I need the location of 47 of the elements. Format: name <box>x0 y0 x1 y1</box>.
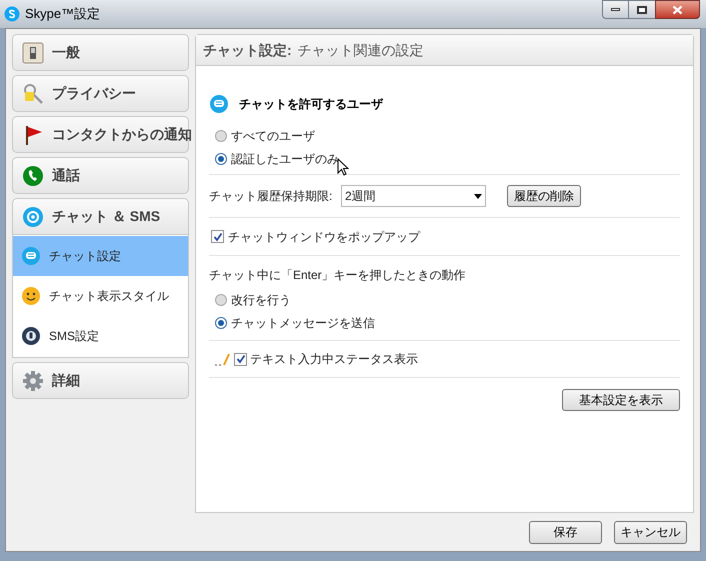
category-tab[interactable]: チャット ＆ SMS <box>12 198 189 235</box>
option-label: 改行を行う <box>231 292 291 308</box>
checkbox[interactable] <box>234 352 247 366</box>
chat-bubble-icon <box>209 94 229 114</box>
dropdown-arrow-icon <box>474 194 482 198</box>
dialog-button[interactable]: キャンセル <box>614 520 687 544</box>
section-label: チャット中に「Enter」キーを押したときの動作 <box>209 267 467 284</box>
radio-button[interactable] <box>215 130 227 142</box>
checkbox-label: チャットウィンドウをポップアップ <box>228 228 420 246</box>
radio-button[interactable] <box>215 152 227 164</box>
window-title: Skype™設定 <box>25 5 100 24</box>
category-tab[interactable]: 詳細 <box>12 362 189 399</box>
delete-history-button[interactable]: 履歴の削除 <box>507 185 581 207</box>
close-button[interactable] <box>655 0 700 19</box>
key-lock-icon <box>22 82 44 104</box>
checkbox-label: テキスト入力中ステータス表示 <box>250 351 418 368</box>
subcategory-item[interactable]: チャット設定 <box>13 236 188 276</box>
minimize-button[interactable] <box>602 0 629 19</box>
checkbox[interactable] <box>211 230 224 243</box>
category-tab[interactable]: プライバシー <box>12 75 189 112</box>
category-tab[interactable]: 一般 <box>12 34 189 71</box>
gear-icon <box>22 370 44 392</box>
dialog-button[interactable]: 保存 <box>529 520 602 544</box>
chat-bubble-icon <box>22 206 44 228</box>
panel-subtitle: チャット関連の設定 <box>298 40 424 60</box>
show-basic-settings-button[interactable]: 基本設定を表示 <box>562 389 680 411</box>
option-label: 認証したユーザのみ <box>231 150 339 168</box>
mouse-cursor-icon <box>337 158 349 176</box>
smiley-icon <box>21 286 41 306</box>
radio-button[interactable] <box>215 316 227 328</box>
maximize-button[interactable] <box>629 0 655 19</box>
option-label: チャットメッセージを送信 <box>231 314 375 332</box>
category-tab[interactable]: コンタクトからの通知 <box>12 116 189 153</box>
skype-logo-icon <box>4 6 20 22</box>
chat-bubble-icon <box>21 246 41 266</box>
radio-button[interactable] <box>215 294 227 306</box>
section-heading: チャットを許可するユーザ <box>239 96 383 113</box>
phone-device-icon <box>21 326 41 346</box>
close-icon <box>672 4 683 14</box>
category-tab[interactable]: 通話 <box>12 157 189 194</box>
panel-title: チャット設定: <box>203 40 292 60</box>
switch-icon <box>22 42 44 64</box>
field-label: チャット履歴保持期限: <box>209 188 334 205</box>
phone-icon <box>22 164 44 186</box>
dropdown[interactable]: 2週間 <box>341 185 486 207</box>
option-label: すべてのユーザ <box>231 128 315 144</box>
pencil-typing-icon <box>215 352 231 366</box>
